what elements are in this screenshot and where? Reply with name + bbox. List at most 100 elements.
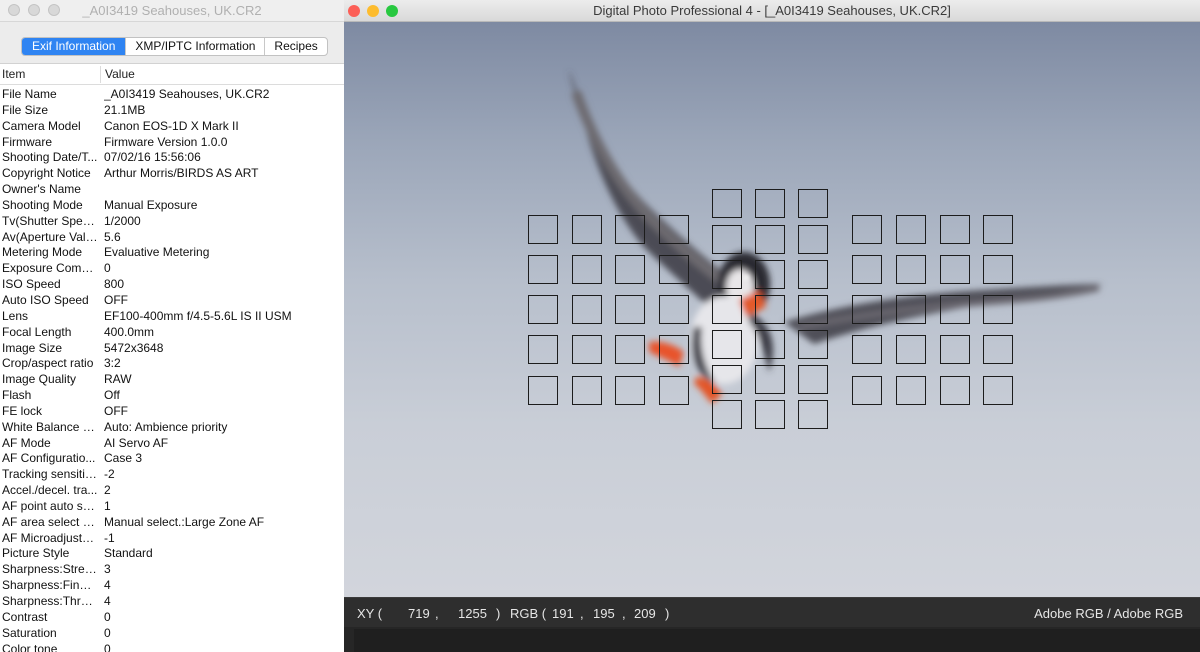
table-row[interactable]: Shooting Date/T... 07/02/16 15:56:06 <box>0 149 344 165</box>
tab-exif-information[interactable]: Exif Information <box>22 38 126 55</box>
table-row[interactable]: AF point auto sw... 1 <box>0 498 344 514</box>
table-row[interactable]: Image Size 5472x3648 <box>0 340 344 356</box>
table-row[interactable]: FE lock OFF <box>0 403 344 419</box>
af-point <box>528 215 558 244</box>
row-item-label: Tracking sensitivity <box>2 467 98 482</box>
rgb-label: RGB ( <box>510 606 547 621</box>
af-point <box>659 215 689 244</box>
row-item-label: AF area select m... <box>2 514 98 529</box>
af-point <box>712 400 742 429</box>
table-row[interactable]: Color tone 0 <box>0 641 344 652</box>
y-coordinate: 1255 <box>458 606 487 621</box>
table-row[interactable]: Crop/aspect ratio 3:2 <box>0 355 344 371</box>
table-row[interactable]: White Balance M... Auto: Ambience priorit… <box>0 419 344 435</box>
row-item-label: Firmware <box>2 134 52 149</box>
row-value: 21.1MB <box>104 102 146 117</box>
table-row[interactable]: Firmware Firmware Version 1.0.0 <box>0 134 344 150</box>
table-row[interactable]: Tv(Shutter Speed) 1/2000 <box>0 213 344 229</box>
af-point <box>712 260 742 289</box>
table-row[interactable]: File Name _A0I3419 Seahouses, UK.CR2 <box>0 86 344 102</box>
main-window: Digital Photo Professional 4 - [_A0I3419… <box>344 0 1200 652</box>
af-point <box>712 189 742 218</box>
table-row[interactable]: Flash Off <box>0 387 344 403</box>
af-point <box>755 260 785 289</box>
row-item-label: Contrast <box>2 609 48 624</box>
af-point <box>983 215 1013 244</box>
image-viewport[interactable] <box>344 22 1200 597</box>
tab-recipes[interactable]: Recipes <box>264 38 326 55</box>
row-value: Standard <box>104 546 153 561</box>
table-row[interactable]: Lens EF100-400mm f/4.5-5.6L IS II USM <box>0 308 344 324</box>
table-row[interactable]: Sharpness:Finen... 4 <box>0 577 344 593</box>
row-item-label: Picture Style <box>2 546 70 561</box>
table-row[interactable]: Copyright Notice Arthur Morris/BIRDS AS A… <box>0 165 344 181</box>
tab-xmp-iptc-information[interactable]: XMP/IPTC Information <box>125 38 264 55</box>
xy-close: ) <box>496 606 501 621</box>
af-point <box>798 225 828 254</box>
red-value: 191 <box>552 606 574 621</box>
info-window-title: _A0I3419 Seahouses, UK.CR2 <box>82 3 262 18</box>
af-point <box>659 295 689 324</box>
row-item-label: ISO Speed <box>2 277 61 292</box>
table-row[interactable]: Sharpness:Thres... 4 <box>0 593 344 609</box>
row-item-label: AF Microadjustm... <box>2 530 98 545</box>
af-point <box>798 295 828 324</box>
af-point <box>940 376 970 405</box>
table-row[interactable]: ISO Speed 800 <box>0 276 344 292</box>
info-window: _A0I3419 Seahouses, UK.CR2 Exif Informat… <box>0 0 344 652</box>
row-item-label: Focal Length <box>2 324 72 339</box>
status-readout: XY ( 719 , 1255 ) RGB ( 191 , 195 , 209 … <box>344 597 1200 627</box>
table-row[interactable]: Metering Mode Evaluative Metering <box>0 244 344 260</box>
row-value: Case 3 <box>104 451 143 466</box>
af-point <box>572 335 602 364</box>
table-row[interactable]: Auto ISO Speed OFF <box>0 292 344 308</box>
row-value: OFF <box>104 403 128 418</box>
table-row[interactable]: Owner's Name <box>0 181 344 197</box>
row-value: 1 <box>104 498 111 513</box>
table-row[interactable]: AF Microadjustm... -1 <box>0 530 344 546</box>
table-row[interactable]: Exposure Comp... 0 <box>0 260 344 276</box>
table-row[interactable]: Picture Style Standard <box>0 545 344 561</box>
table-row[interactable]: Camera Model Canon EOS-1D X Mark II <box>0 118 344 134</box>
table-row[interactable]: Accel./decel. tra... 2 <box>0 482 344 498</box>
table-row[interactable]: Shooting Mode Manual Exposure <box>0 197 344 213</box>
row-value: 0 <box>104 609 111 624</box>
table-row[interactable]: Av(Aperture Value) 5.6 <box>0 229 344 245</box>
table-row[interactable]: Sharpness:Stren... 3 <box>0 561 344 577</box>
af-point <box>528 295 558 324</box>
column-header-value[interactable]: Value <box>105 67 135 81</box>
af-point <box>712 225 742 254</box>
row-item-label: Flash <box>2 388 32 403</box>
row-item-label: Lens <box>2 308 29 323</box>
table-row[interactable]: AF Configuratio... Case 3 <box>0 450 344 466</box>
main-window-title: Digital Photo Professional 4 - [_A0I3419… <box>593 3 951 18</box>
segmented-tabs: Exif Information XMP/IPTC Information Re… <box>21 37 328 56</box>
af-point <box>852 215 882 244</box>
table-row[interactable]: File Size 21.1MB <box>0 102 344 118</box>
status-bar: XY ( 719 , 1255 ) RGB ( 191 , 195 , 209 … <box>344 597 1200 652</box>
af-point <box>712 365 742 394</box>
table-row[interactable]: Saturation 0 <box>0 625 344 641</box>
row-value: 3:2 <box>104 356 121 371</box>
row-item-label: Auto ISO Speed <box>2 292 89 307</box>
row-item-label: Camera Model <box>2 118 81 133</box>
column-divider[interactable] <box>100 66 101 83</box>
table-row[interactable]: Image Quality RAW <box>0 371 344 387</box>
af-point <box>572 215 602 244</box>
af-point <box>615 255 645 284</box>
column-header-item[interactable]: Item <box>2 67 25 81</box>
row-value: 4 <box>104 594 111 608</box>
table-row[interactable]: Contrast 0 <box>0 609 344 625</box>
table-row[interactable]: Focal Length 400.0mm <box>0 324 344 340</box>
af-point <box>572 255 602 284</box>
row-value: 2 <box>104 483 111 498</box>
af-point <box>798 365 828 394</box>
row-item-label: File Size <box>2 102 49 117</box>
af-point <box>896 255 926 284</box>
row-value: 4 <box>104 578 111 593</box>
af-point <box>798 400 828 429</box>
table-row[interactable]: AF Mode AI Servo AF <box>0 435 344 451</box>
table-row[interactable]: Tracking sensitivity -2 <box>0 466 344 482</box>
table-row[interactable]: AF area select m... Manual select.:Large … <box>0 514 344 530</box>
af-point <box>983 376 1013 405</box>
